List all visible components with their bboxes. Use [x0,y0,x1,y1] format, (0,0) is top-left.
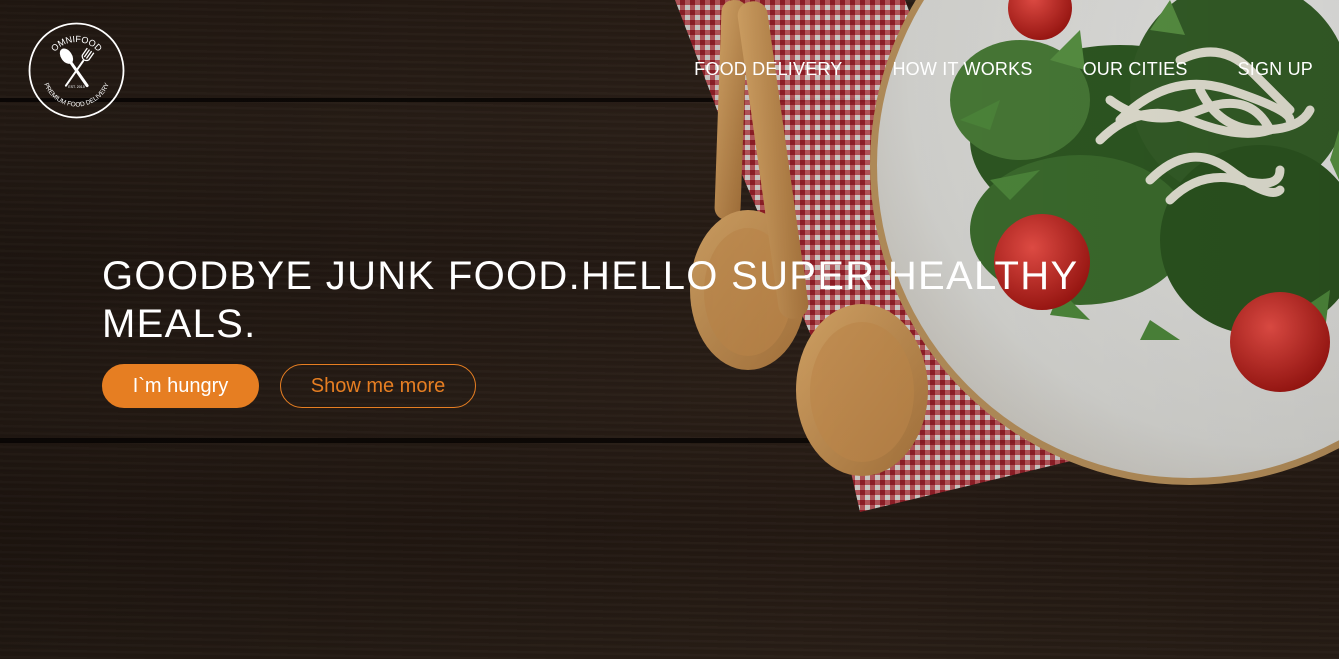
show-me-more-button[interactable]: Show me more [280,364,476,408]
nav-food-delivery[interactable]: FOOD DELIVERY [694,59,842,80]
nav-how-it-works[interactable]: HOW IT WORKS [892,59,1032,80]
spoon-fork-icon [59,47,95,88]
hero-headline: GOODBYE JUNK FOOD.HELLO SUPER HEALTHY ME… [102,254,1078,346]
nav-our-cities[interactable]: OUR CITIES [1083,59,1188,80]
logo-top-text: OMNIFOOD [49,34,104,54]
nav-sign-up[interactable]: SIGN UP [1238,59,1313,80]
logo-est-text: EST. 2015 [68,85,85,89]
hero-section: OMNIFOOD PREMIUM FOOD DELIVERY EST. 2015… [0,0,1339,659]
main-nav: FOOD DELIVERY HOW IT WORKS OUR CITIES SI… [644,59,1313,80]
omnifood-logo[interactable]: OMNIFOOD PREMIUM FOOD DELIVERY EST. 2015 [28,22,125,119]
im-hungry-button[interactable]: I`m hungry [102,364,259,408]
